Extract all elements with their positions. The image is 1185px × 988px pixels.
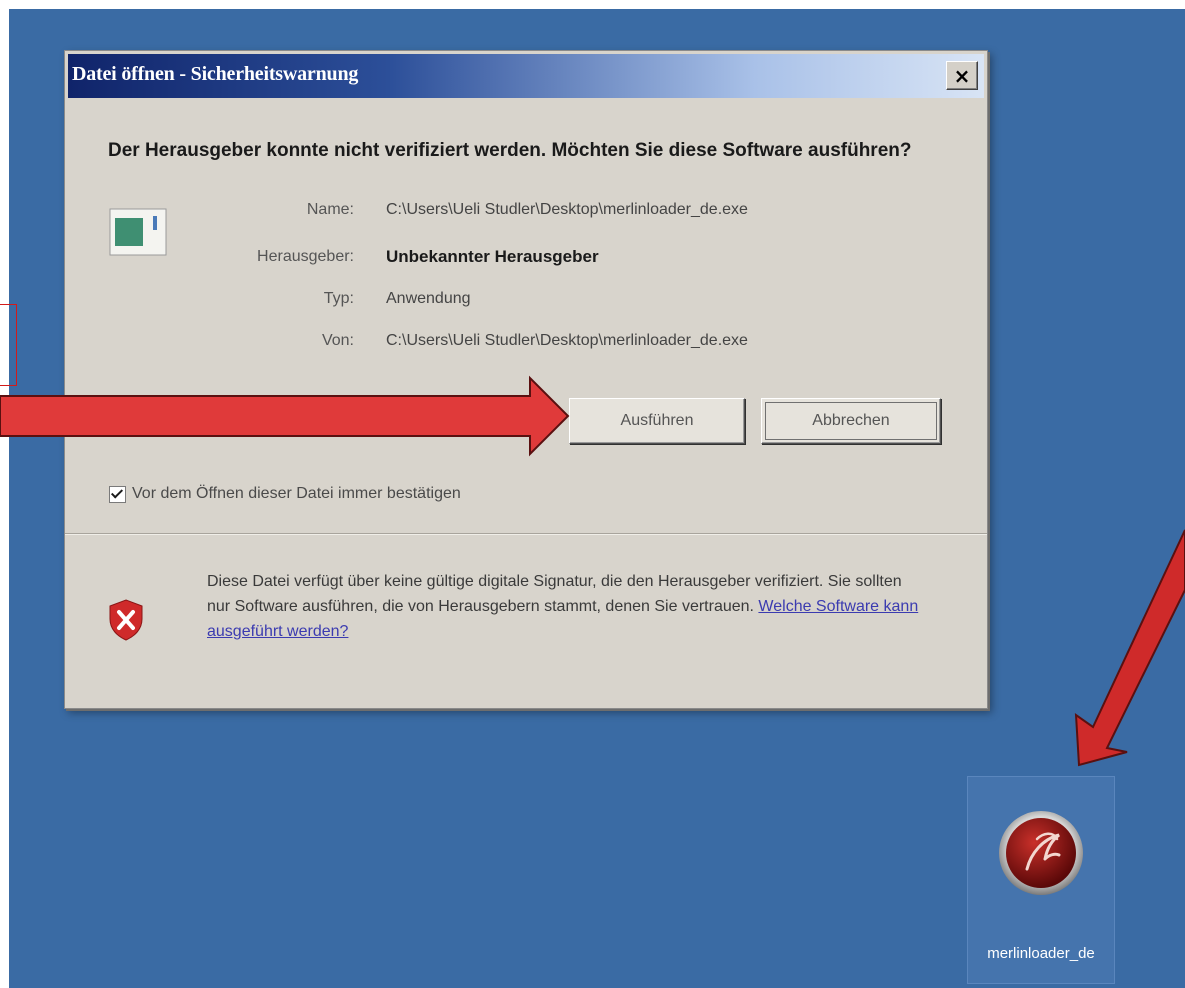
cancel-button[interactable]: Abbrechen bbox=[761, 398, 941, 444]
application-file-icon bbox=[109, 208, 167, 256]
dialog-title: Datei öffnen - Sicherheitswarnung bbox=[72, 63, 359, 85]
name-value: C:\Users\Ueli Studler\Desktop\merlinload… bbox=[386, 201, 748, 218]
name-label: Name: bbox=[306, 201, 354, 218]
type-value: Anwendung bbox=[386, 290, 471, 307]
always-confirm-checkbox[interactable] bbox=[109, 485, 126, 503]
publisher-value: Unbekannter Herausgeber bbox=[386, 247, 599, 266]
publisher-label: Herausgeber: bbox=[257, 248, 354, 265]
type-label: Typ: bbox=[323, 290, 354, 307]
desktop-icon-label[interactable]: merlinloader_de bbox=[968, 945, 1114, 962]
desktop-icon-merlinloader[interactable]: merlinloader_de bbox=[967, 776, 1115, 984]
security-warning-dialog: Datei öffnen - Sicherheitswarnung × Der … bbox=[64, 50, 988, 709]
from-value: C:\Users\Ueli Studler\Desktop\merlinload… bbox=[386, 332, 748, 349]
always-confirm-label[interactable]: Vor dem Öffnen dieser Datei immer bestät… bbox=[132, 485, 461, 503]
warning-message: Diese Datei verfügt über keine gültige d… bbox=[207, 569, 927, 644]
merlin-app-icon bbox=[999, 811, 1083, 895]
run-button[interactable]: Ausführen bbox=[569, 398, 745, 444]
always-confirm-row[interactable]: Vor dem Öffnen dieser Datei immer bestät… bbox=[109, 485, 461, 503]
close-button[interactable]: × bbox=[946, 61, 978, 90]
from-label: Von: bbox=[321, 332, 354, 349]
question-heading: Der Herausgeber konnte nicht verifiziert… bbox=[108, 140, 912, 161]
title-bar[interactable]: Datei öffnen - Sicherheitswarnung × bbox=[68, 54, 984, 98]
separator bbox=[65, 533, 987, 535]
security-shield-icon bbox=[109, 599, 143, 641]
annotation-box bbox=[0, 304, 17, 386]
